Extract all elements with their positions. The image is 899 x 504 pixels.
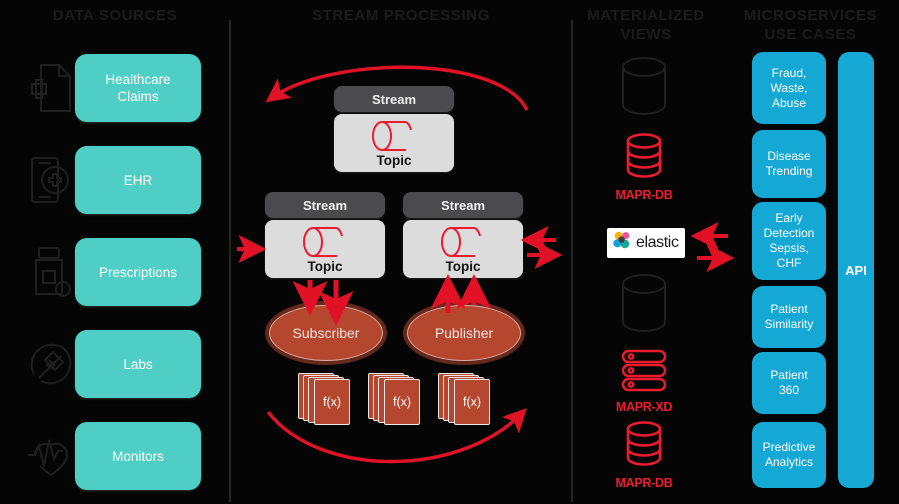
use-case-label: Early Detection Sepsis, CHF [763,211,815,270]
use-case-label: Disease Trending [765,149,813,178]
data-source-box[interactable]: Healthcare Claims [75,54,201,122]
topic-body[interactable]: Topic [403,220,523,278]
data-source-box[interactable]: Prescriptions [75,238,201,306]
use-case-box[interactable]: Patient Similarity [752,286,826,348]
mapr-db-icon [620,421,668,474]
materialized-view-db-mid[interactable] [608,272,680,339]
heartbeat-icon [22,420,80,492]
stream-unit-right[interactable]: Stream Topic [403,192,523,278]
mapr-db-label: MAPR-DB [615,188,673,202]
use-case-label: Patient Similarity [764,302,814,331]
materialized-view-mapr-xd[interactable]: MAPR-XD [608,348,680,414]
syringe-icon [22,328,80,400]
data-source-box[interactable]: Labs [75,330,201,398]
stream-unit-left[interactable]: Stream Topic [265,192,385,278]
data-source-row[interactable]: Prescriptions [0,236,230,308]
column-header-microservices: MICROSERVICES USE CASES [743,7,878,43]
topic-label: Topic [445,259,481,274]
data-source-box[interactable]: Monitors [75,422,201,490]
publisher-node[interactable]: Publisher [407,305,521,361]
data-source-label: Prescriptions [98,264,178,280]
use-case-box[interactable]: Early Detection Sepsis, CHF [752,202,826,280]
fx-card-front: f(x) [384,379,420,425]
data-source-row[interactable]: Labs [0,328,230,400]
stream-header: Stream [403,192,523,218]
data-source-box[interactable]: EHR [75,146,201,214]
fx-label: f(x) [392,395,412,409]
data-source-row[interactable]: Healthcare Claims [0,52,230,124]
stream-unit-top[interactable]: Stream Topic [334,86,454,172]
diagram-canvas: DATA SOURCES STREAM PROCESSING MATERIALI… [0,0,899,504]
stream-header-label: Stream [440,197,486,213]
stream-header-label: Stream [302,197,348,213]
subscriber-node[interactable]: Subscriber [269,305,383,361]
stream-header: Stream [334,86,454,112]
divider-2 [571,20,573,502]
elastic-logo-icon [613,231,632,255]
database-cylinder-icon [614,57,674,121]
data-source-row[interactable]: Monitors [0,420,230,492]
mapr-db-label: MAPR-DB [615,476,673,490]
mapr-xd-icon [618,349,670,398]
stream-header-label: Stream [371,91,417,107]
topic-label: Topic [376,153,412,168]
mapr-db-icon [620,133,668,186]
column-header-stream-processing: STREAM PROCESSING [312,7,490,24]
elastic-label: elastic [636,234,679,251]
mobile-health-record-icon [22,144,80,216]
publisher-label: Publisher [434,325,494,341]
data-source-label: EHR [123,172,153,188]
fx-label: f(x) [322,395,342,409]
fx-card-front: f(x) [454,379,490,425]
subscriber-label: Subscriber [292,325,360,341]
fx-card-front: f(x) [314,379,350,425]
topic-body[interactable]: Topic [334,114,454,172]
api-label: API [845,262,867,278]
function-stack[interactable]: f(x) [438,373,492,425]
document-medical-icon [22,52,80,124]
database-cylinder-icon [614,274,674,338]
use-case-label: Fraud, Waste, Abuse [770,65,808,110]
fx-label: f(x) [462,395,482,409]
use-case-box[interactable]: Fraud, Waste, Abuse [752,52,826,124]
topic-label: Topic [307,259,343,274]
stream-header: Stream [265,192,385,218]
elastic-logo-chip[interactable]: elastic [607,228,685,258]
function-stack[interactable]: f(x) [368,373,422,425]
mapr-xd-label: MAPR-XD [615,400,673,414]
api-bar[interactable]: API [838,52,874,488]
use-case-label: Patient 360 [770,368,808,397]
use-case-box[interactable]: Predictive Analytics [752,422,826,488]
column-header-materialized-views: MATERIALIZED VIEWS [587,7,705,43]
data-source-label: Healthcare Claims [105,72,171,104]
data-source-label: Monitors [112,448,164,464]
data-source-label: Labs [123,356,153,372]
data-source-row[interactable]: EHR [0,144,230,216]
materialized-view-mapr-db-bottom[interactable]: MAPR-DB [608,420,680,490]
topic-body[interactable]: Topic [265,220,385,278]
function-stack[interactable]: f(x) [298,373,352,425]
pill-bottle-icon [22,236,80,308]
materialized-view-db-top[interactable] [608,55,680,122]
column-header-data-sources: DATA SOURCES [52,7,178,24]
use-case-label: Predictive Analytics [762,440,816,469]
use-case-box[interactable]: Patient 360 [752,352,826,414]
use-case-box[interactable]: Disease Trending [752,130,826,198]
materialized-view-mapr-db-top[interactable]: MAPR-DB [608,132,680,202]
